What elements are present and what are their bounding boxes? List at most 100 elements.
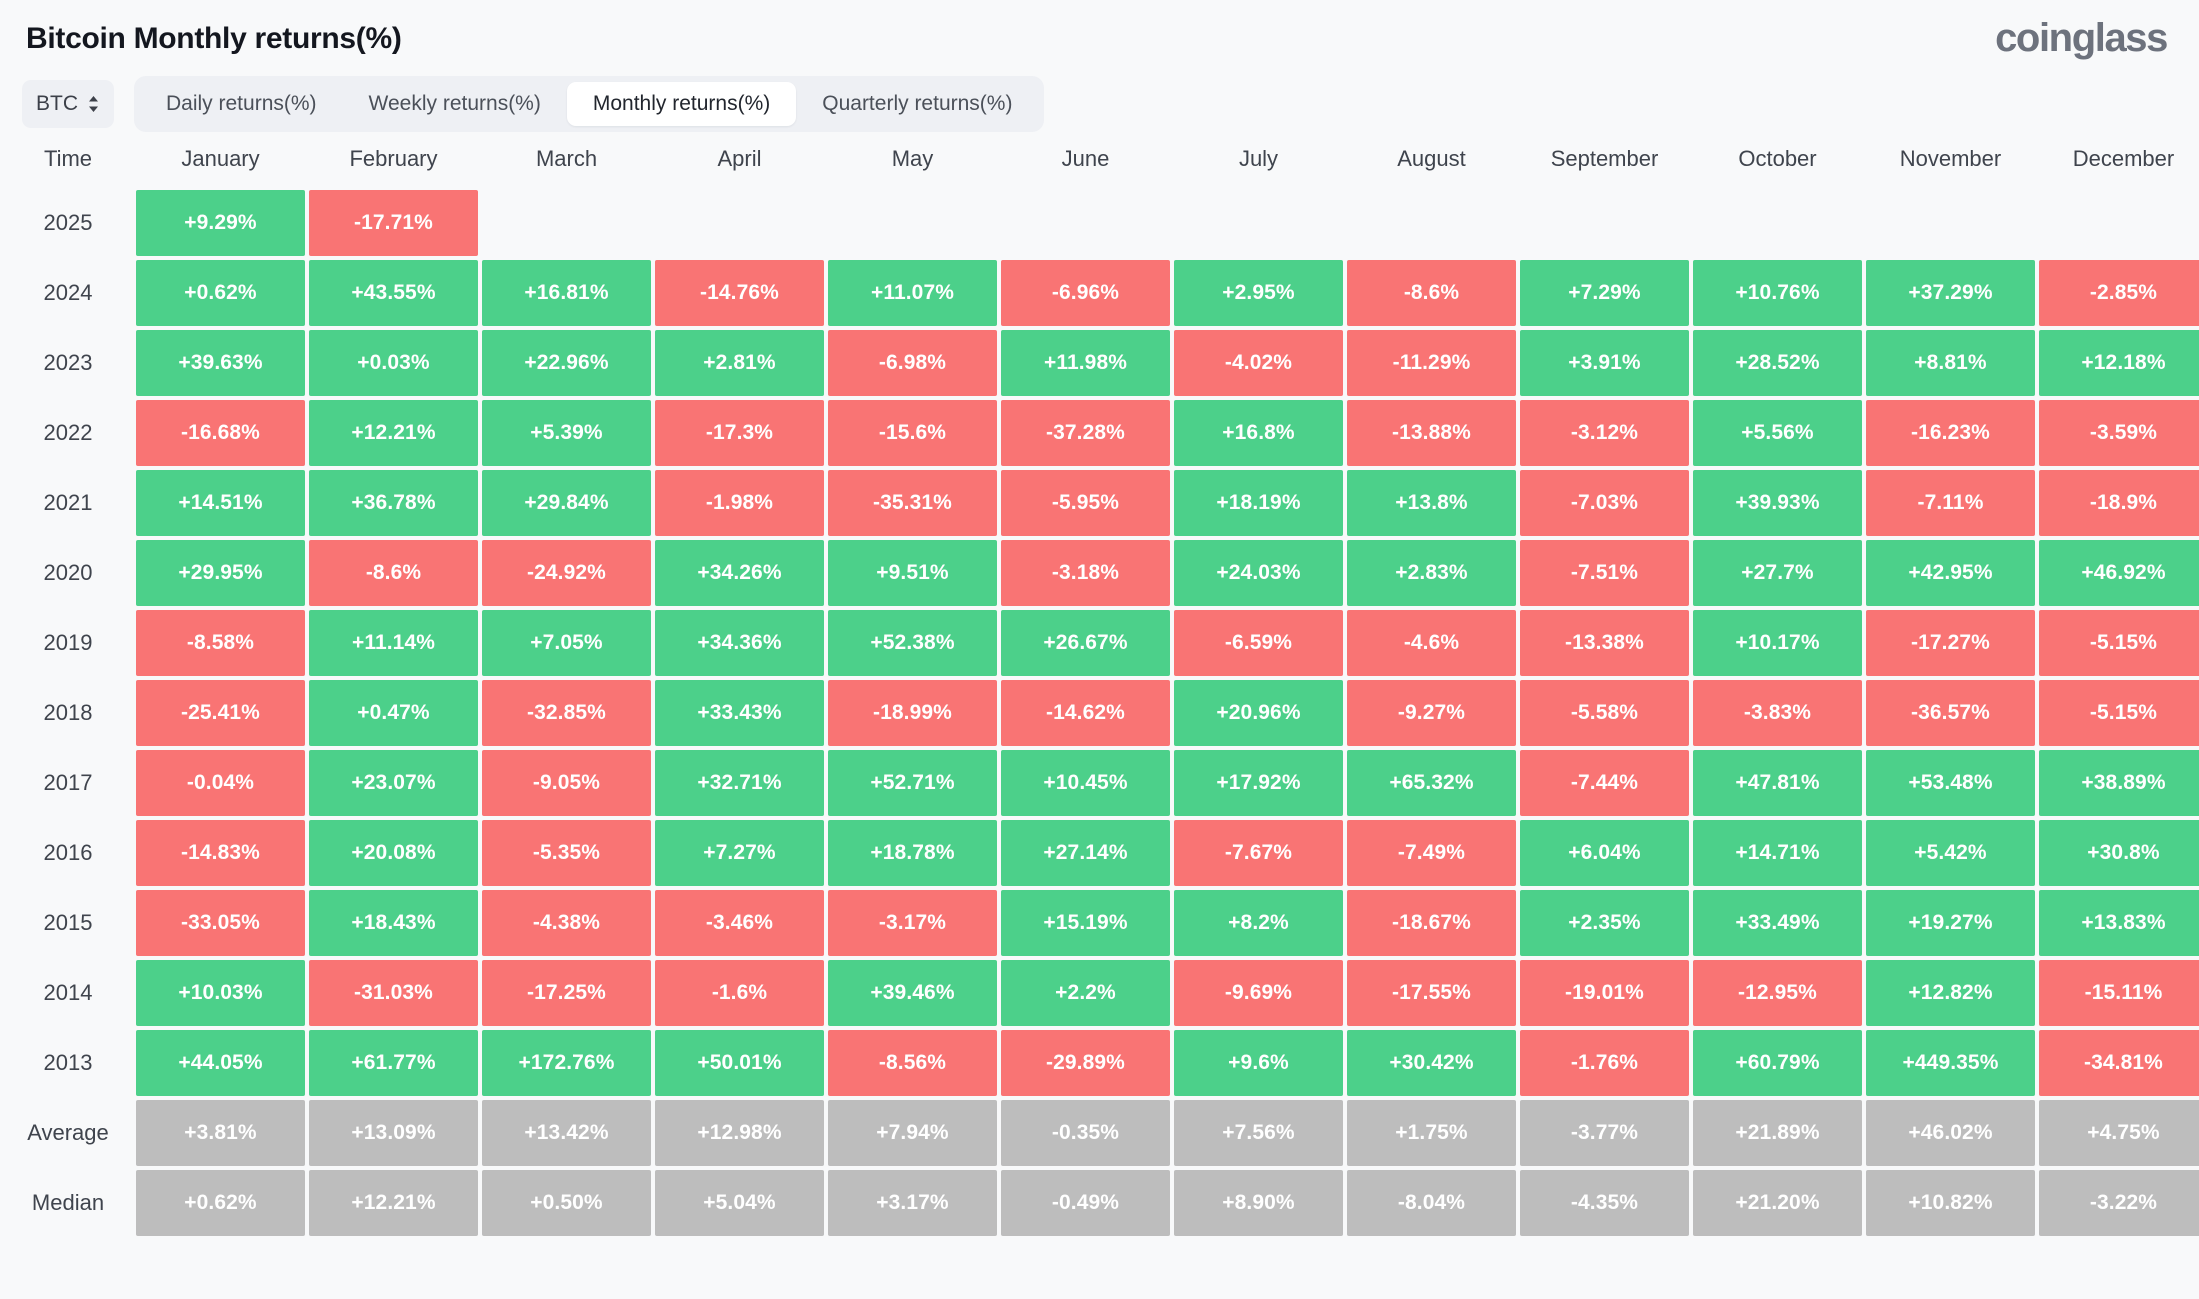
tab-daily-returns[interactable]: Daily returns(%) xyxy=(140,82,343,126)
return-cell[interactable]: -5.35% xyxy=(482,820,651,886)
return-cell[interactable]: +23.07% xyxy=(309,750,478,816)
return-cell[interactable]: +42.95% xyxy=(1866,540,2035,606)
return-cell[interactable]: -5.95% xyxy=(1001,470,1170,536)
return-cell[interactable]: -15.11% xyxy=(2039,960,2199,1026)
return-cell[interactable]: -36.57% xyxy=(1866,680,2035,746)
return-cell[interactable]: -37.28% xyxy=(1001,400,1170,466)
return-cell[interactable]: +44.05% xyxy=(136,1030,305,1096)
return-cell[interactable]: -1.76% xyxy=(1520,1030,1689,1096)
return-cell[interactable]: +9.51% xyxy=(828,540,997,606)
return-cell[interactable]: +10.76% xyxy=(1693,260,1862,326)
return-cell[interactable] xyxy=(655,190,824,256)
return-cell[interactable]: +11.07% xyxy=(828,260,997,326)
return-cell[interactable]: -34.81% xyxy=(2039,1030,2199,1096)
return-cell[interactable]: -35.31% xyxy=(828,470,997,536)
return-cell[interactable] xyxy=(1693,190,1862,256)
return-cell[interactable]: -0.49% xyxy=(1001,1170,1170,1236)
return-cell[interactable]: -3.77% xyxy=(1520,1100,1689,1166)
return-cell[interactable]: +5.42% xyxy=(1866,820,2035,886)
return-cell[interactable]: +12.21% xyxy=(309,400,478,466)
return-cell[interactable]: -9.69% xyxy=(1174,960,1343,1026)
return-cell[interactable]: -8.04% xyxy=(1347,1170,1516,1236)
return-cell[interactable]: -7.49% xyxy=(1347,820,1516,886)
return-cell[interactable]: -11.29% xyxy=(1347,330,1516,396)
return-cell[interactable]: -4.35% xyxy=(1520,1170,1689,1236)
return-cell[interactable]: -32.85% xyxy=(482,680,651,746)
return-cell[interactable]: +20.08% xyxy=(309,820,478,886)
return-cell[interactable]: +3.81% xyxy=(136,1100,305,1166)
return-cell[interactable]: -4.38% xyxy=(482,890,651,956)
return-cell[interactable]: +2.81% xyxy=(655,330,824,396)
return-cell[interactable]: +65.32% xyxy=(1347,750,1516,816)
return-cell[interactable]: +39.63% xyxy=(136,330,305,396)
return-cell[interactable]: +38.89% xyxy=(2039,750,2199,816)
return-cell[interactable]: -24.92% xyxy=(482,540,651,606)
return-cell[interactable]: -14.62% xyxy=(1001,680,1170,746)
return-cell[interactable]: +7.29% xyxy=(1520,260,1689,326)
return-cell[interactable]: -3.17% xyxy=(828,890,997,956)
return-cell[interactable]: +2.83% xyxy=(1347,540,1516,606)
return-cell[interactable]: -13.38% xyxy=(1520,610,1689,676)
return-cell[interactable]: +30.42% xyxy=(1347,1030,1516,1096)
return-cell[interactable]: -6.96% xyxy=(1001,260,1170,326)
return-cell[interactable]: -17.55% xyxy=(1347,960,1516,1026)
return-cell[interactable]: -18.9% xyxy=(2039,470,2199,536)
return-cell[interactable]: -8.56% xyxy=(828,1030,997,1096)
return-cell[interactable]: +8.90% xyxy=(1174,1170,1343,1236)
return-cell[interactable]: +18.19% xyxy=(1174,470,1343,536)
return-cell[interactable]: +34.26% xyxy=(655,540,824,606)
return-cell[interactable]: +22.96% xyxy=(482,330,651,396)
return-cell[interactable] xyxy=(1520,190,1689,256)
return-cell[interactable]: +17.92% xyxy=(1174,750,1343,816)
return-cell[interactable]: -14.83% xyxy=(136,820,305,886)
return-cell[interactable]: +4.75% xyxy=(2039,1100,2199,1166)
return-cell[interactable]: -3.46% xyxy=(655,890,824,956)
return-cell[interactable]: -19.01% xyxy=(1520,960,1689,1026)
return-cell[interactable]: -1.98% xyxy=(655,470,824,536)
return-cell[interactable]: +9.29% xyxy=(136,190,305,256)
return-cell[interactable]: -16.23% xyxy=(1866,400,2035,466)
return-cell[interactable]: -16.68% xyxy=(136,400,305,466)
return-cell[interactable]: -14.76% xyxy=(655,260,824,326)
return-cell[interactable]: +27.7% xyxy=(1693,540,1862,606)
return-cell[interactable]: +7.27% xyxy=(655,820,824,886)
return-cell[interactable]: +33.49% xyxy=(1693,890,1862,956)
return-cell[interactable]: +39.93% xyxy=(1693,470,1862,536)
return-cell[interactable]: -31.03% xyxy=(309,960,478,1026)
return-cell[interactable]: -8.6% xyxy=(309,540,478,606)
return-cell[interactable]: +3.17% xyxy=(828,1170,997,1236)
return-cell[interactable]: +20.96% xyxy=(1174,680,1343,746)
return-cell[interactable]: +10.03% xyxy=(136,960,305,1026)
coin-selector[interactable]: BTC xyxy=(22,80,114,128)
return-cell[interactable]: +0.47% xyxy=(309,680,478,746)
return-cell[interactable]: -7.44% xyxy=(1520,750,1689,816)
return-cell[interactable]: +12.82% xyxy=(1866,960,2035,1026)
return-cell[interactable]: +0.03% xyxy=(309,330,478,396)
return-cell[interactable]: -17.27% xyxy=(1866,610,2035,676)
return-cell[interactable]: +0.50% xyxy=(482,1170,651,1236)
return-cell[interactable] xyxy=(1347,190,1516,256)
return-cell[interactable]: -4.6% xyxy=(1347,610,1516,676)
return-cell[interactable]: +15.19% xyxy=(1001,890,1170,956)
return-cell[interactable]: +8.2% xyxy=(1174,890,1343,956)
return-cell[interactable]: -7.67% xyxy=(1174,820,1343,886)
return-cell[interactable] xyxy=(1866,190,2035,256)
return-cell[interactable]: +37.29% xyxy=(1866,260,2035,326)
return-cell[interactable]: -7.51% xyxy=(1520,540,1689,606)
return-cell[interactable]: -6.59% xyxy=(1174,610,1343,676)
tab-weekly-returns[interactable]: Weekly returns(%) xyxy=(343,82,567,126)
return-cell[interactable]: +46.02% xyxy=(1866,1100,2035,1166)
return-cell[interactable]: +46.92% xyxy=(2039,540,2199,606)
return-cell[interactable]: +10.17% xyxy=(1693,610,1862,676)
tab-quarterly-returns[interactable]: Quarterly returns(%) xyxy=(796,82,1038,126)
return-cell[interactable]: -3.12% xyxy=(1520,400,1689,466)
return-cell[interactable]: +19.27% xyxy=(1866,890,2035,956)
return-cell[interactable]: -7.03% xyxy=(1520,470,1689,536)
return-cell[interactable]: +39.46% xyxy=(828,960,997,1026)
return-cell[interactable]: +47.81% xyxy=(1693,750,1862,816)
return-cell[interactable]: +29.95% xyxy=(136,540,305,606)
return-cell[interactable]: +13.83% xyxy=(2039,890,2199,956)
return-cell[interactable]: +172.76% xyxy=(482,1030,651,1096)
return-cell[interactable]: -18.67% xyxy=(1347,890,1516,956)
return-cell[interactable]: +21.20% xyxy=(1693,1170,1862,1236)
